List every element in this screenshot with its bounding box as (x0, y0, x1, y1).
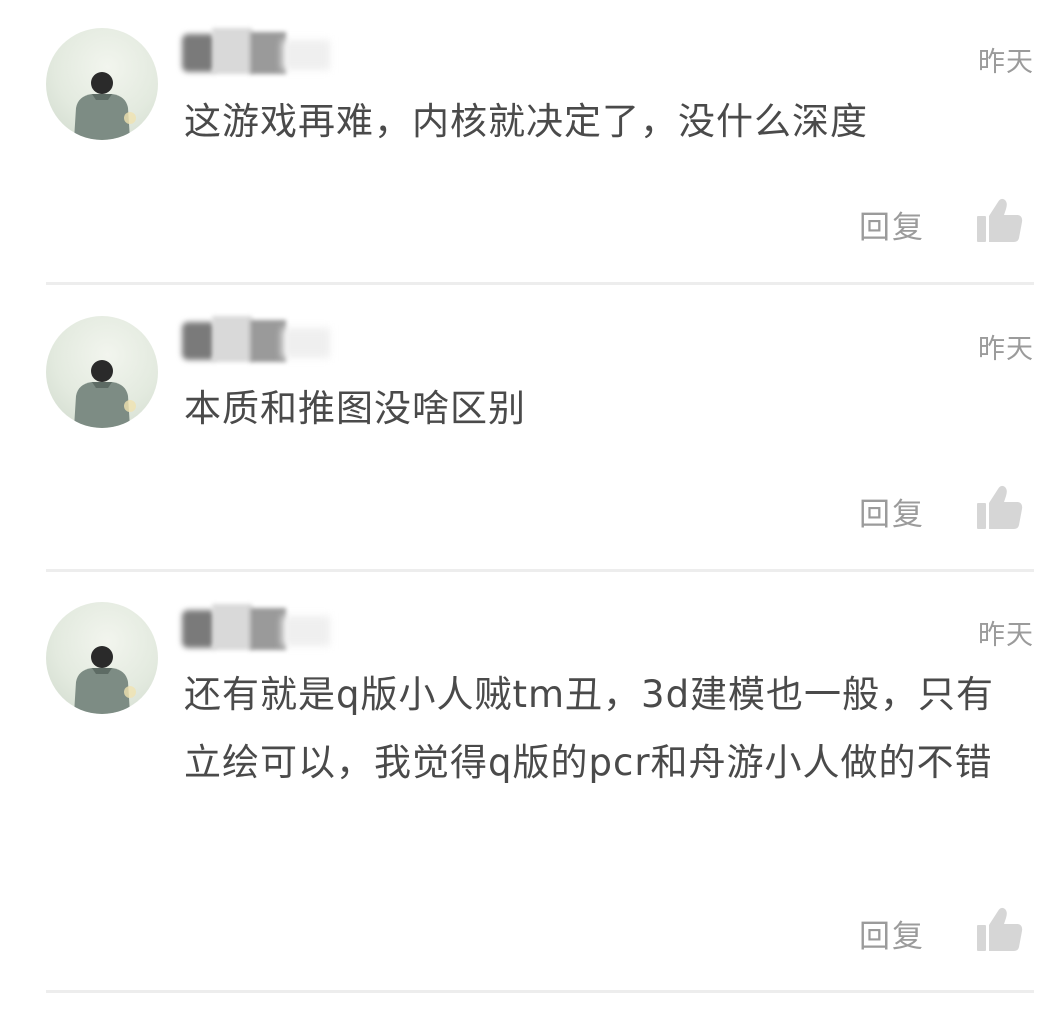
username-blurred (182, 28, 332, 78)
thumbs-up-icon[interactable] (974, 483, 1024, 533)
person-back-avatar-icon (74, 72, 136, 140)
reply-button[interactable]: 回复 (859, 489, 925, 534)
divider (46, 282, 1034, 285)
comment-time: 昨天 (978, 334, 1034, 365)
comment-text: 还有就是q版小人贼tm丑，3d建模也一般，只有立绘可以，我觉得q版的pcr和舟游… (184, 673, 995, 784)
username-blurred (182, 604, 332, 654)
person-back-avatar-icon (74, 646, 136, 714)
comment-text: 本质和推图没啥区别 (184, 387, 526, 430)
divider (46, 990, 1034, 993)
thumbs-up-icon[interactable] (974, 196, 1024, 246)
comment-time: 昨天 (978, 47, 1034, 78)
divider (46, 569, 1034, 572)
person-back-avatar-icon (74, 360, 136, 428)
user-avatar[interactable] (46, 316, 158, 428)
username-blurred (182, 316, 332, 366)
user-avatar[interactable] (46, 602, 158, 714)
comment-time: 昨天 (978, 620, 1034, 651)
user-avatar[interactable] (46, 28, 158, 140)
reply-button[interactable]: 回复 (859, 202, 925, 247)
thumbs-up-icon[interactable] (974, 905, 1024, 955)
reply-button[interactable]: 回复 (859, 911, 925, 956)
comment-text: 这游戏再难，内核就决定了，没什么深度 (184, 100, 868, 143)
